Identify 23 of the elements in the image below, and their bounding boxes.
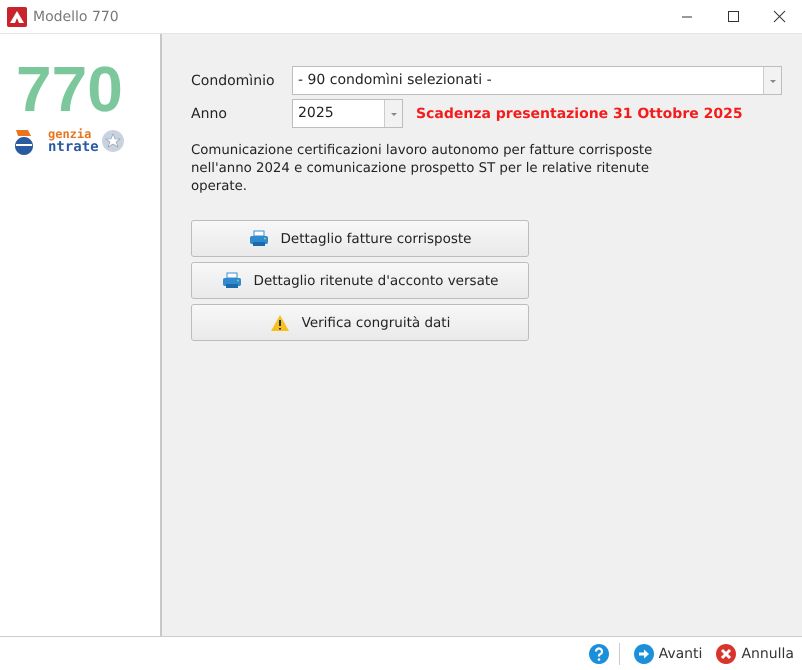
agency-name: genzia bbox=[48, 128, 92, 141]
agency-name: ntrate bbox=[48, 141, 99, 154]
window-title: Modello 770 bbox=[33, 8, 119, 24]
next-button[interactable]: Avanti bbox=[630, 642, 706, 666]
logo-number: 770 bbox=[16, 54, 123, 124]
cancel-button[interactable]: Annulla bbox=[712, 642, 798, 666]
field-label: Anno bbox=[191, 106, 228, 122]
action-button[interactable]: Dettaglio fatture corrisposte bbox=[191, 220, 529, 257]
arrow-right-icon bbox=[634, 644, 654, 664]
close-icon bbox=[716, 644, 736, 664]
emblem-icon bbox=[100, 129, 125, 153]
printer-icon bbox=[248, 230, 268, 248]
description-text: Comunicazione certificazioni lavoro autonomo per fatture corrisposte nell'anno 2024 e comunicazione prospetto ST per le relative ritenute operate. bbox=[191, 142, 654, 196]
year-dropdown[interactable]: 2025 bbox=[292, 99, 403, 128]
help-icon[interactable] bbox=[588, 644, 609, 664]
condominio-dropdown[interactable]: - 90 condomìni selezionati - bbox=[292, 66, 782, 95]
warning-icon bbox=[270, 314, 290, 332]
deadline-text: Scadenza presentazione 31 Ottobre 2025 bbox=[416, 106, 743, 122]
app-icon bbox=[7, 6, 27, 26]
action-button[interactable]: Verifica congruità dati bbox=[191, 304, 529, 341]
field-label: Condomìnio bbox=[191, 72, 276, 88]
printer-icon bbox=[222, 272, 242, 290]
action-button[interactable]: Dettaglio ritenute d'acconto versate bbox=[191, 262, 529, 299]
